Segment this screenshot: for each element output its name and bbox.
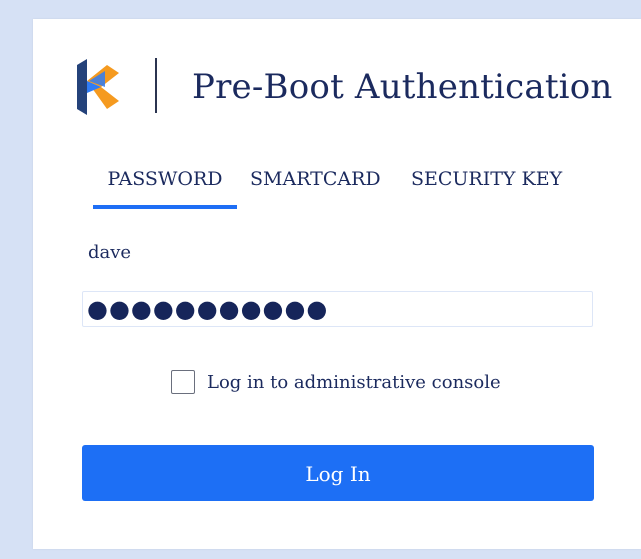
login-button[interactable]: Log In (82, 445, 594, 501)
admin-console-label[interactable]: Log in to administrative console (207, 372, 501, 393)
page-title: Pre-Boot Authentication (192, 67, 613, 107)
admin-console-checkbox[interactable] (171, 370, 195, 394)
login-card: Pre-Boot Authentication PASSWORD SMARTCA… (33, 19, 641, 549)
tab-smartcard[interactable]: SMARTCARD (250, 159, 381, 205)
username-label: dave (88, 242, 132, 263)
admin-console-option: Log in to administrative console (171, 370, 571, 398)
auth-tabs: PASSWORD SMARTCARD SECURITY KEY (93, 159, 613, 209)
header: Pre-Boot Authentication (75, 57, 635, 117)
header-divider (155, 58, 157, 113)
k-logo-icon (77, 59, 119, 115)
tab-password[interactable]: PASSWORD (93, 159, 237, 209)
tab-security-key[interactable]: SECURITY KEY (411, 159, 562, 205)
password-field[interactable] (82, 291, 593, 327)
